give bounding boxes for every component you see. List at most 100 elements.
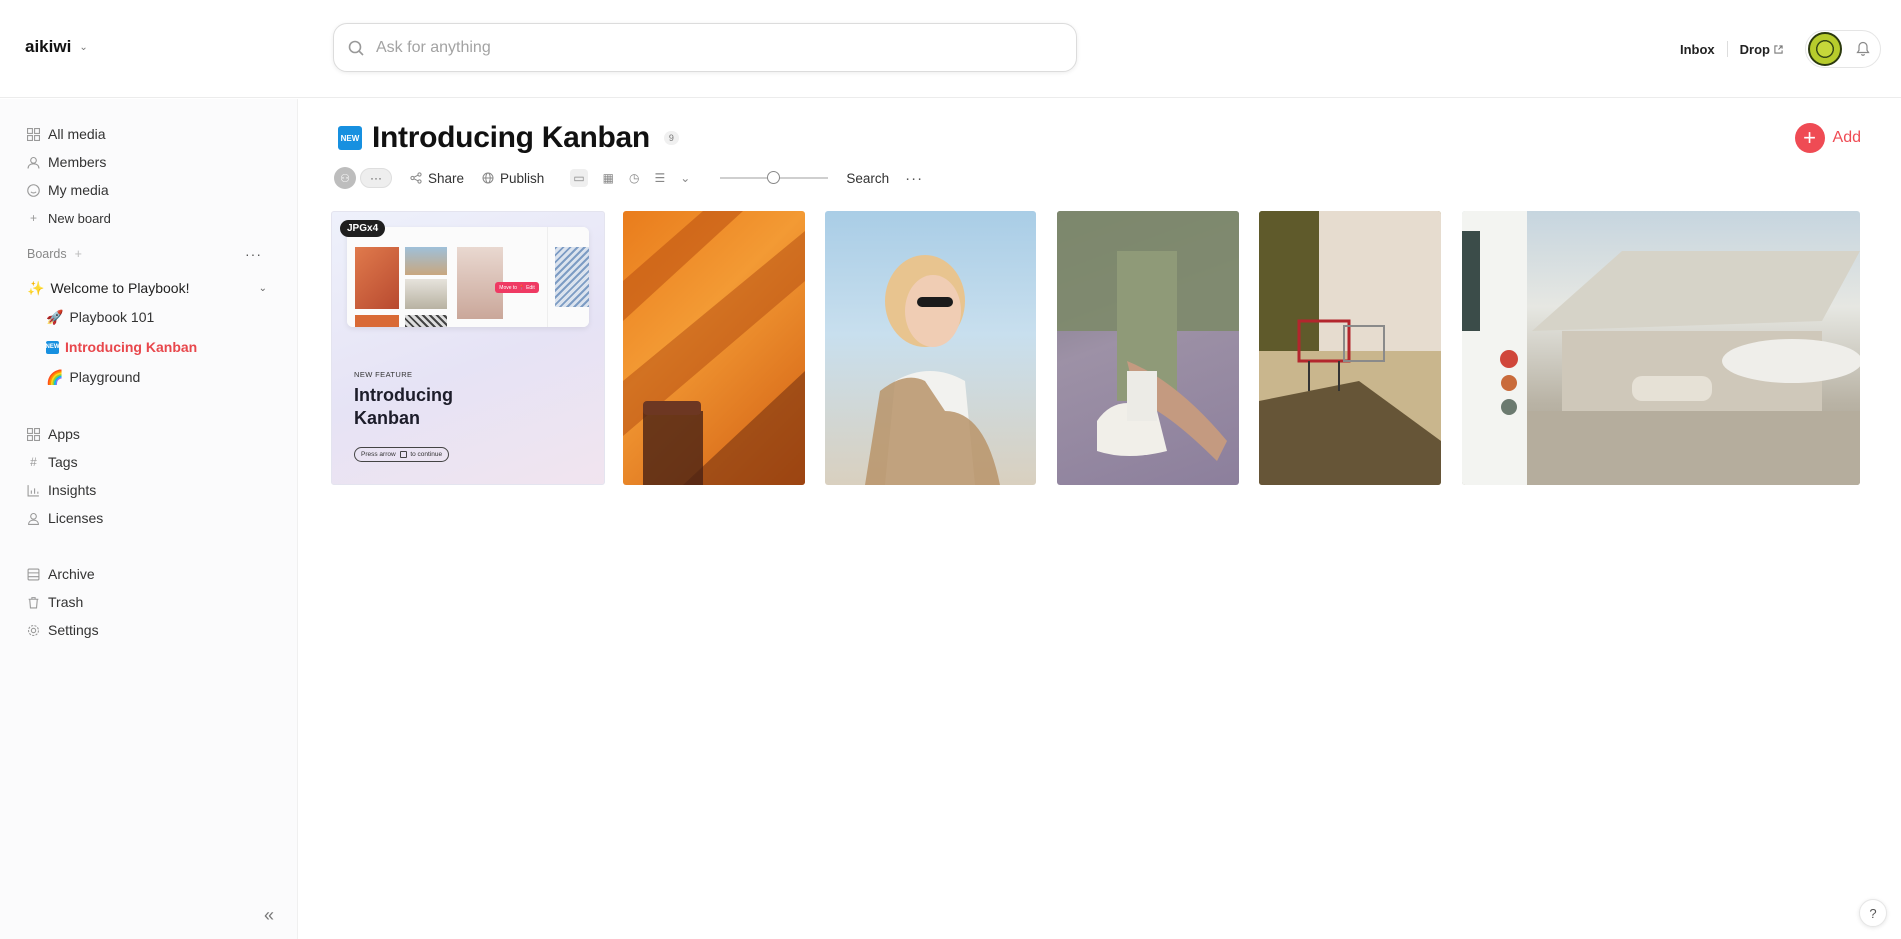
media-card-carport-boat[interactable] bbox=[1462, 211, 1860, 485]
board-playbook-101[interactable]: 🚀 Playbook 101 bbox=[46, 304, 154, 330]
sidebar-item-label: New board bbox=[48, 210, 111, 226]
arrow-key-icon bbox=[399, 451, 407, 458]
sidebar-item-trash[interactable]: Trash bbox=[27, 588, 99, 616]
workspace-name: aikiwi bbox=[25, 37, 72, 56]
members-avatar-icon[interactable]: ⚇ bbox=[334, 167, 356, 189]
feature-eyebrow: NEW FEATURE bbox=[354, 370, 413, 379]
publish-button[interactable]: Publish bbox=[482, 171, 544, 186]
kanban-preview-thumbnail: Move to 📍 Edit bbox=[347, 227, 589, 327]
archive-icon bbox=[27, 568, 40, 580]
board-label: Welcome to Playbook! bbox=[50, 280, 190, 296]
media-card-shopping-carts[interactable] bbox=[1259, 211, 1441, 485]
list-view-icon[interactable]: ☰ bbox=[654, 171, 665, 185]
trash-icon bbox=[28, 596, 39, 608]
sidebar-item-members[interactable]: Members bbox=[27, 148, 111, 176]
smiley-icon bbox=[27, 183, 40, 197]
header-actions: Inbox Drop bbox=[1668, 30, 1881, 68]
external-link-icon bbox=[1774, 44, 1783, 54]
zoom-slider-thumb[interactable] bbox=[767, 171, 781, 184]
sidebar-item-label: Licenses bbox=[48, 510, 104, 526]
plus-icon: + bbox=[29, 211, 37, 225]
share-button[interactable]: Share bbox=[410, 171, 464, 186]
boards-more-icon[interactable]: ··· bbox=[245, 246, 262, 262]
layout-view-icon[interactable]: ▦ bbox=[603, 171, 614, 185]
account-controls bbox=[1805, 30, 1881, 68]
sidebar-item-new-board[interactable]: + New board bbox=[27, 204, 111, 232]
sidebar: All media Members My media + New board B… bbox=[0, 99, 298, 939]
board-label: Introducing Kanban bbox=[65, 339, 198, 355]
folder-view-icon[interactable]: ▭ bbox=[570, 169, 588, 187]
chevron-down-icon[interactable]: ⌄ bbox=[259, 283, 267, 294]
help-button[interactable]: ? bbox=[1859, 899, 1887, 927]
sidebar-item-insights[interactable]: Insights bbox=[27, 476, 103, 504]
photo-shopping-carts bbox=[1259, 211, 1441, 485]
search-input[interactable] bbox=[376, 38, 1056, 57]
board-welcome-to-playbook[interactable]: ✨ Welcome to Playbook! ⌄ bbox=[27, 275, 267, 301]
search-bar[interactable] bbox=[333, 23, 1077, 72]
publish-label: Publish bbox=[500, 170, 545, 186]
board-toolbar: ⚇ ··· Share Publish ▭ ▦ ◷ ☰ ⌄ Search ··· bbox=[334, 167, 923, 189]
workspace-switcher[interactable]: aikiwi ⌄ bbox=[25, 37, 88, 57]
item-count-badge: 9 bbox=[663, 131, 679, 145]
add-button[interactable]: + Add bbox=[1794, 123, 1861, 153]
board-label: Playground bbox=[69, 369, 141, 385]
sidebar-item-label: My media bbox=[48, 182, 109, 198]
board-label: Playbook 101 bbox=[69, 309, 155, 325]
boards-label: Boards bbox=[27, 247, 67, 261]
new-badge-icon: NEW bbox=[46, 340, 60, 354]
sidebar-item-label: Trash bbox=[48, 594, 84, 610]
sidebar-item-label: All media bbox=[48, 126, 106, 142]
sidebar-item-my-media[interactable]: My media bbox=[27, 176, 111, 204]
sidebar-item-all-media[interactable]: All media bbox=[27, 120, 111, 148]
person-icon bbox=[27, 156, 40, 169]
avatar[interactable] bbox=[1808, 32, 1842, 66]
inbox-link[interactable]: Inbox bbox=[1668, 42, 1727, 57]
sidebar-item-label: Members bbox=[48, 154, 107, 170]
sidebar-item-archive[interactable]: Archive bbox=[27, 560, 99, 588]
drop-label: Drop bbox=[1739, 41, 1770, 57]
grid-icon bbox=[27, 127, 40, 141]
sidebar-item-licenses[interactable]: Licenses bbox=[27, 504, 103, 532]
sidebar-item-tags[interactable]: # Tags bbox=[27, 448, 103, 476]
media-card-orange-interior[interactable] bbox=[623, 211, 805, 485]
apps-icon bbox=[27, 427, 40, 441]
more-members-button[interactable]: ··· bbox=[360, 168, 392, 188]
drop-link[interactable]: Drop bbox=[1728, 42, 1795, 57]
photo-sneakers bbox=[1057, 211, 1239, 461]
bell-icon[interactable] bbox=[1856, 41, 1870, 57]
add-board-icon[interactable]: + bbox=[75, 247, 82, 261]
board-playground[interactable]: 🌈 Playground bbox=[46, 364, 140, 390]
sidebar-item-apps[interactable]: Apps bbox=[27, 420, 103, 448]
media-card-woman-sunglasses[interactable] bbox=[825, 211, 1036, 485]
gear-icon bbox=[27, 624, 40, 636]
board-introducing-kanban[interactable]: NEW Introducing Kanban bbox=[46, 334, 198, 360]
photo-woman-portrait bbox=[865, 255, 1000, 485]
plus-icon: + bbox=[1794, 123, 1825, 153]
top-bar: aikiwi ⌄ Inbox Drop bbox=[0, 0, 1901, 98]
share-label: Share bbox=[428, 170, 465, 186]
sidebar-nav-bottom: Archive Trash Settings bbox=[27, 560, 99, 644]
sidebar-item-label: Settings bbox=[48, 622, 99, 638]
sidebar-item-label: Apps bbox=[48, 426, 80, 442]
collapse-sidebar-icon[interactable]: « bbox=[264, 905, 274, 926]
search-icon bbox=[348, 40, 364, 56]
feature-headline: Introducing Kanban bbox=[354, 385, 453, 428]
sidebar-item-label: Tags bbox=[48, 454, 78, 470]
chevron-down-icon: ⌄ bbox=[79, 41, 88, 53]
media-card-sneakers[interactable] bbox=[1057, 211, 1239, 485]
view-switcher: ▭ ▦ ◷ ☰ ⌄ bbox=[570, 169, 690, 187]
add-label: Add bbox=[1832, 129, 1861, 146]
page-title[interactable]: Introducing Kanban bbox=[372, 121, 650, 155]
page-header: NEW Introducing Kanban 9 bbox=[338, 121, 679, 155]
board-search-button[interactable]: Search bbox=[846, 171, 889, 186]
globe-icon bbox=[482, 172, 494, 184]
chevron-down-icon[interactable]: ⌄ bbox=[680, 171, 690, 185]
media-card-feature[interactable]: Move to 📍 Edit JPGx4 NEW FEATURE Introdu… bbox=[331, 211, 605, 485]
chart-icon bbox=[27, 484, 39, 496]
license-icon bbox=[28, 512, 39, 525]
zoom-slider[interactable] bbox=[720, 171, 829, 184]
more-options-icon[interactable]: ··· bbox=[905, 170, 923, 187]
rocket-icon: 🚀 bbox=[46, 308, 64, 325]
clock-icon[interactable]: ◷ bbox=[629, 171, 639, 185]
sidebar-item-settings[interactable]: Settings bbox=[27, 616, 99, 644]
